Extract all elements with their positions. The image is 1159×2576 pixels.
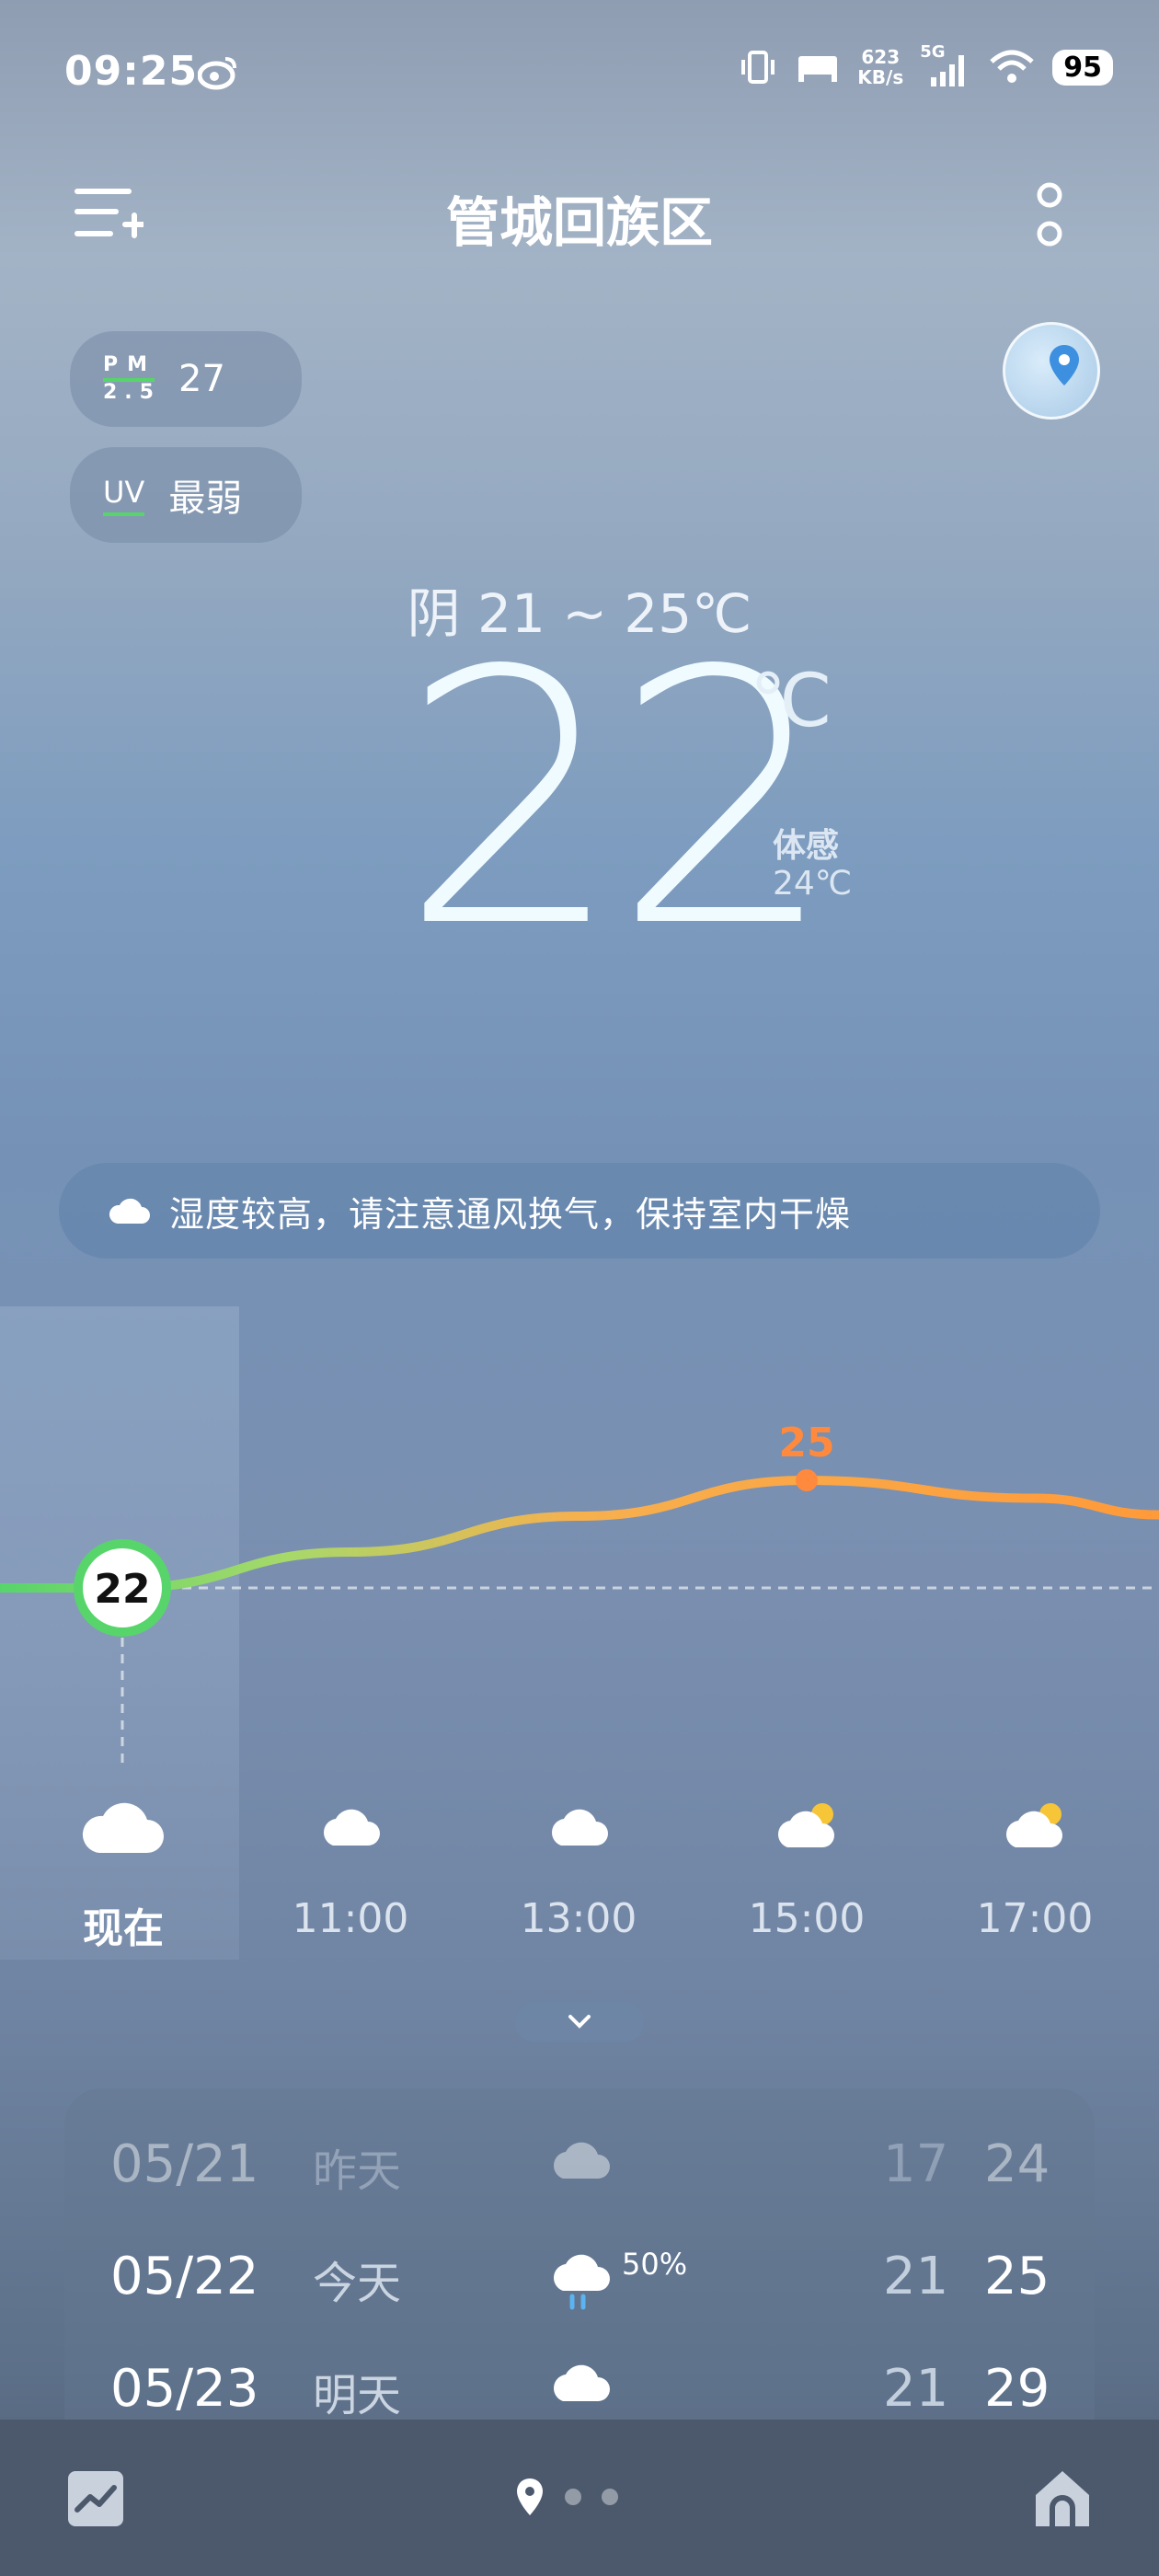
precip-probability: 50% — [622, 2247, 688, 2282]
status-icons: 623 KB/s 5G 95 — [738, 42, 1113, 88]
now-temp-label: 22 — [94, 1566, 150, 1613]
trend-chart-icon[interactable] — [66, 2469, 125, 2528]
daily-row[interactable]: 05/23 明天 21 29 — [64, 2359, 1095, 2420]
pm-label-bottom: 2.5 — [103, 381, 161, 404]
uv-pill[interactable]: UV 最弱 — [70, 447, 302, 543]
rain-icon — [554, 2254, 610, 2310]
chevron-down-icon — [568, 2015, 591, 2029]
pm-label-top: PM — [103, 354, 155, 382]
feels-like-value: 24℃ — [773, 865, 853, 903]
weather-tip[interactable]: 湿度较高，请注意通风换气，保持室内干燥 — [59, 1163, 1100, 1259]
net-speed-value: 623 — [861, 46, 901, 68]
hourly-temperature-chart: 25 22 — [0, 1420, 1159, 1766]
map-pin-icon — [1050, 345, 1079, 385]
expand-button[interactable] — [515, 2002, 644, 2042]
location-pin-icon — [517, 2478, 543, 2515]
hour-label: 17:00 — [976, 1895, 1094, 1942]
vibrate-icon — [741, 51, 775, 84]
daily-day: 今天 — [313, 2258, 402, 2309]
net-speed-unit: KB/s — [857, 66, 904, 88]
temperature-unit: ℃ — [750, 658, 832, 743]
bottom-bar — [0, 2420, 1159, 2576]
daily-forecast: 05/21 昨天 17 24 05/22 今天 50% 21 25 05/23 … — [64, 2088, 1095, 2420]
uv-value: 最弱 — [168, 477, 243, 520]
daily-low: 21 — [883, 2359, 949, 2419]
cloud-icon — [109, 1198, 150, 1224]
daily-row[interactable]: 05/21 昨天 17 24 — [64, 2134, 1095, 2245]
partly-sunny-icon — [778, 1803, 834, 1847]
weibo-icon — [198, 57, 236, 90]
hour-label-now: 现在 — [83, 1905, 164, 1952]
pm25-label: PM 2.5 — [103, 354, 155, 404]
daily-date: 05/23 — [110, 2359, 259, 2419]
daily-date: 05/22 — [110, 2247, 259, 2306]
daily-day: 昨天 — [313, 2145, 402, 2197]
daily-low: 17 — [883, 2134, 949, 2194]
page-dot[interactable] — [565, 2489, 581, 2505]
feels-like-label: 体感 — [773, 827, 840, 865]
daily-row[interactable]: 05/22 今天 50% 21 25 — [64, 2247, 1095, 2357]
sleep-mode-icon — [798, 56, 838, 82]
hour-label: 13:00 — [520, 1895, 637, 1942]
hour-label: 11:00 — [292, 1895, 409, 1942]
battery-indicator: 95 — [1052, 49, 1113, 86]
net-speed: 623 KB/s — [857, 47, 903, 87]
home-icon[interactable] — [1030, 2467, 1095, 2530]
cloud-icon — [552, 1809, 608, 1846]
peak-point — [796, 1469, 818, 1491]
peak-temp-label: 25 — [778, 1420, 834, 1466]
daily-date: 05/21 — [110, 2134, 259, 2194]
pm25-pill[interactable]: PM 2.5 27 — [70, 331, 302, 427]
more-options-icon[interactable] — [1034, 182, 1065, 252]
daily-high: 25 — [984, 2247, 1050, 2306]
page-dot[interactable] — [602, 2489, 618, 2505]
signal-icon — [931, 55, 965, 86]
daily-high: 24 — [984, 2134, 1050, 2194]
uv-label: UV — [103, 474, 145, 516]
page-indicator — [515, 2477, 618, 2517]
weather-tip-text: 湿度较高，请注意通风换气，保持室内干燥 — [169, 1193, 852, 1235]
status-time: 09:25 — [64, 48, 199, 95]
cloud-icon — [554, 2142, 610, 2179]
daily-low: 21 — [883, 2247, 949, 2306]
signal-5g: 5G — [920, 42, 971, 88]
wifi-icon — [990, 50, 1034, 83]
weather-screen: 09:25 623 KB/s 5G 95 管城回族区 PM 2.5 27 UV … — [0, 0, 1159, 2576]
map-location-button[interactable] — [1003, 322, 1100, 420]
cloud-icon — [554, 2364, 610, 2401]
temperature-curve — [0, 1475, 1159, 1593]
cloud-icon — [82, 1802, 164, 1853]
daily-day: 明天 — [313, 2370, 402, 2420]
cloud-icon — [324, 1809, 380, 1846]
hour-label: 15:00 — [748, 1895, 866, 1942]
partly-sunny-icon — [1006, 1803, 1062, 1847]
pm25-value: 27 — [178, 358, 225, 400]
city-title: 管城回族区 — [445, 191, 713, 254]
daily-high: 29 — [984, 2359, 1050, 2419]
